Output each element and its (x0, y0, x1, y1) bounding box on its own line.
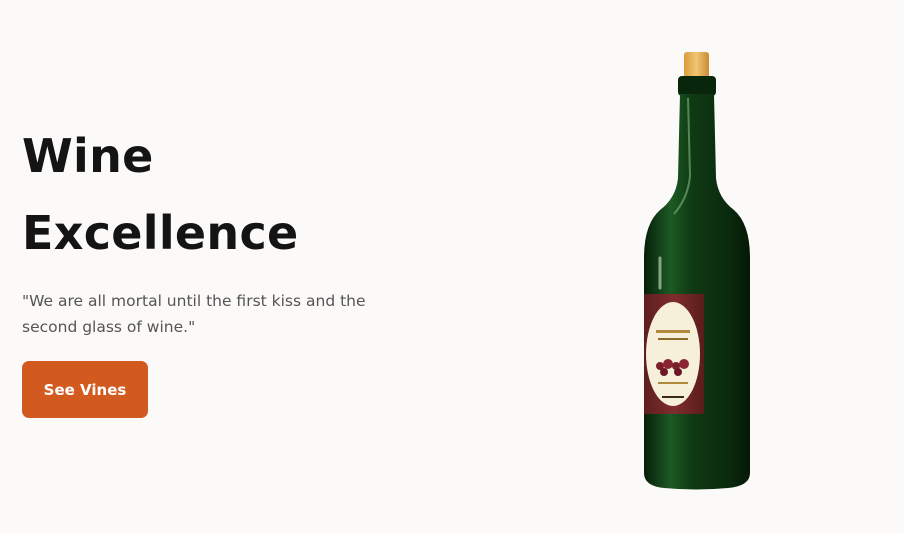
hero-section: Wine Excellence "We are all mortal until… (0, 0, 904, 534)
title-line-2: Excellence (22, 206, 299, 260)
title-line-1: Wine (22, 129, 154, 183)
hero-quote: "We are all mortal until the first kiss … (22, 292, 366, 336)
hero-text-block: Wine Excellence "We are all mortal until… (22, 118, 442, 356)
wine-bottle-icon (644, 52, 750, 490)
bottle-lip (678, 76, 716, 96)
label-oval (646, 302, 700, 406)
see-vines-button[interactable]: See Vines (22, 361, 148, 418)
bottle-body (644, 94, 750, 490)
wine-bottle-image (630, 48, 760, 493)
page-title: Wine Excellence (22, 118, 442, 272)
cork (684, 52, 709, 78)
